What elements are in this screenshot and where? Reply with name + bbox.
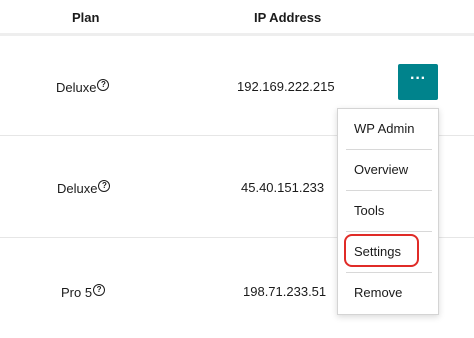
table-row-3-plan: Pro 5? (61, 284, 106, 300)
help-icon[interactable]: ? (97, 79, 110, 91)
menu-item-wp-admin[interactable]: WP Admin (338, 109, 438, 149)
table-row-3-ip: 198.71.233.51 (243, 284, 327, 299)
menu-item-label: Remove (354, 285, 403, 300)
servers-table-page: Plan IP Address Deluxe? 192.169.222.215 … (0, 0, 474, 338)
plan-column-header: Plan (72, 10, 100, 25)
menu-item-label: WP Admin (354, 121, 415, 136)
more-actions-button[interactable]: ··· (398, 64, 438, 100)
table-row-2-plan: Deluxe? (57, 180, 111, 196)
table-row-2-ip: 45.40.151.233 (241, 180, 325, 195)
menu-item-remove[interactable]: Remove (338, 273, 438, 313)
settings-highlight-outline (344, 234, 419, 267)
ip-address-column-header: IP Address (254, 10, 322, 25)
help-icon[interactable]: ? (98, 180, 111, 192)
table-row-1-plan: Deluxe? (56, 79, 110, 95)
menu-item-label: Tools (354, 203, 385, 218)
header-divider (0, 33, 474, 36)
table-header: Plan IP Address (0, 0, 474, 34)
table-row-1-ip: 192.169.222.215 (237, 79, 335, 94)
menu-item-overview[interactable]: Overview (338, 150, 438, 190)
help-icon[interactable]: ? (93, 284, 106, 296)
plan-name: Pro 5 (61, 285, 93, 300)
plan-name: Deluxe (56, 80, 97, 95)
actions-dropdown-menu: WP Admin Overview Tools Settings Remove (337, 108, 439, 315)
menu-item-tools[interactable]: Tools (338, 191, 438, 231)
plan-name: Deluxe (57, 181, 98, 196)
menu-item-label: Overview (354, 162, 409, 177)
